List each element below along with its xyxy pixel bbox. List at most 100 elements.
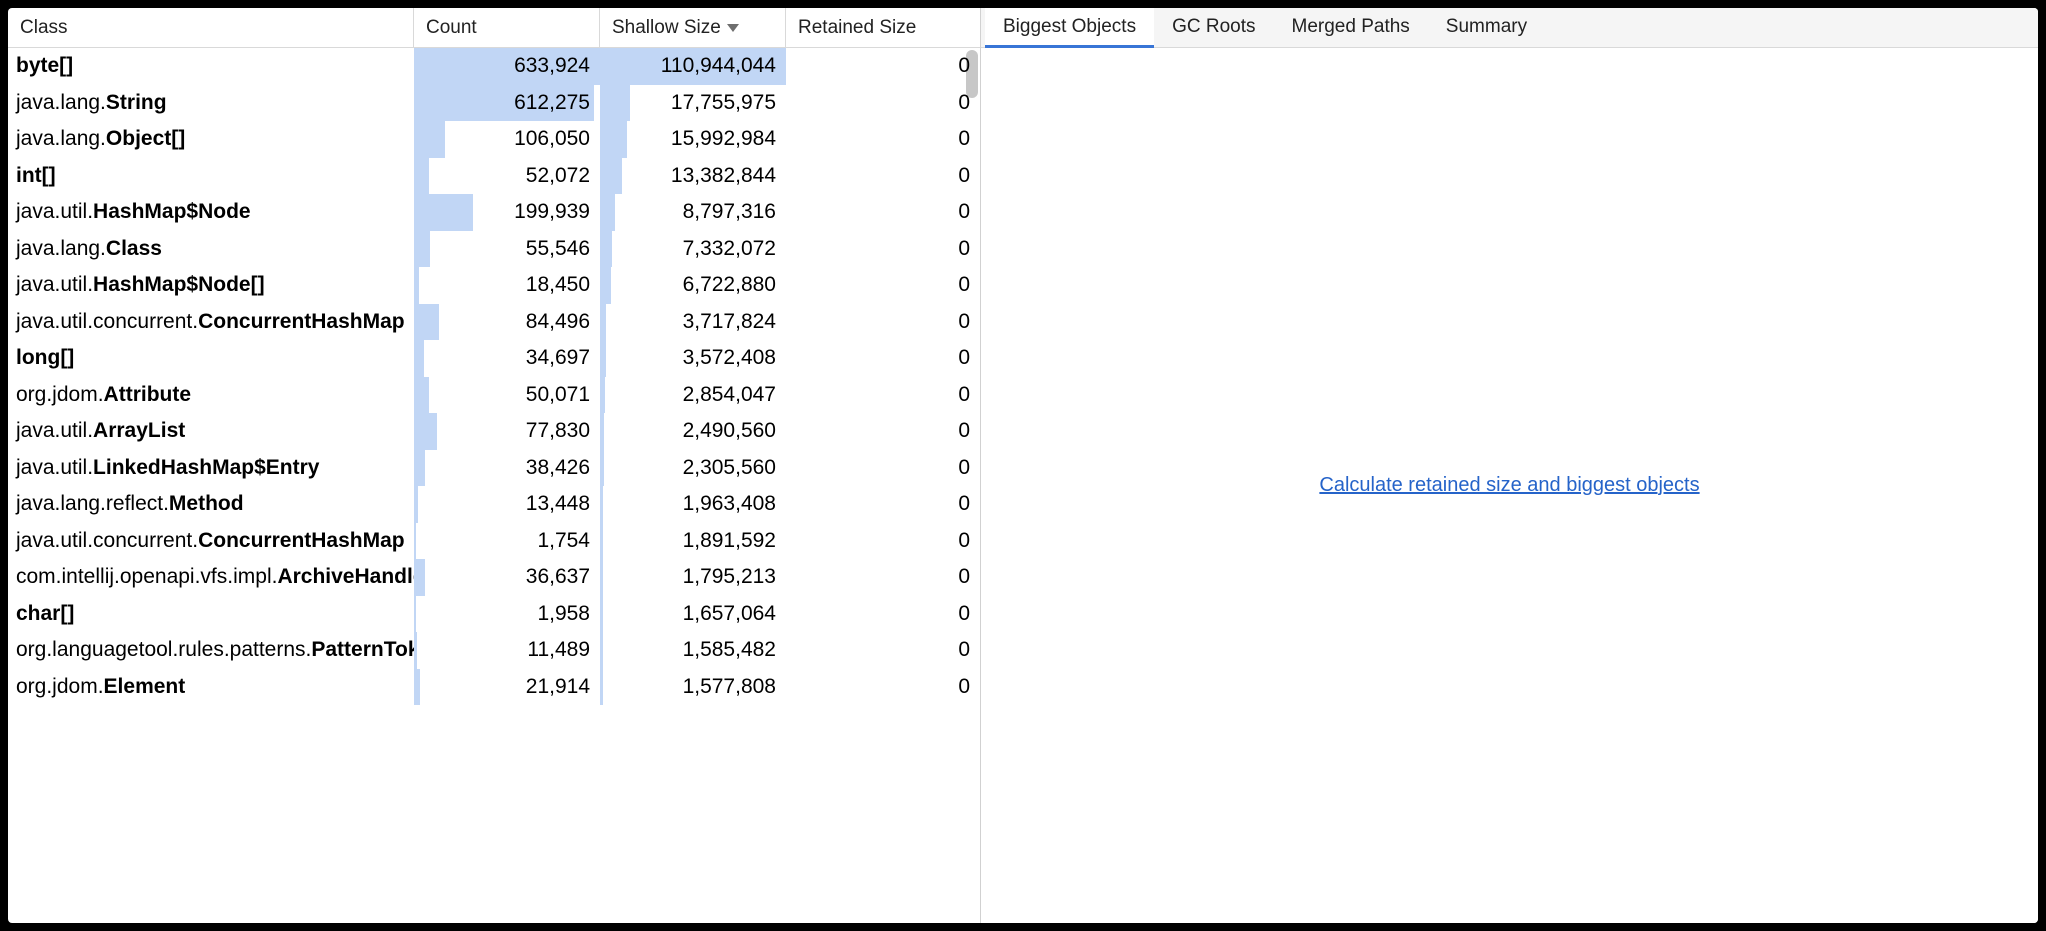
class-name: ArrayList: [93, 419, 185, 443]
shallow-bar: [600, 669, 603, 706]
class-cell: org.jdom.Attribute: [8, 377, 414, 414]
retained-value: 0: [958, 456, 970, 480]
tab-merged[interactable]: Merged Paths: [1274, 8, 1428, 48]
package-prefix: java.util.concurrent.: [16, 310, 198, 334]
shallow-value: 1,657,064: [683, 602, 776, 626]
count-cell: 1,958: [414, 596, 600, 633]
header-class[interactable]: Class: [8, 8, 414, 47]
header-shallow-label: Shallow Size: [612, 17, 721, 39]
table-row[interactable]: org.jdom.Element21,9141,577,8080: [8, 669, 980, 706]
table-row[interactable]: java.util.concurrent.ConcurrentHashMap84…: [8, 304, 980, 341]
table-body[interactable]: byte[] 633,924110,944,044 0 java.lang.Strin…: [8, 48, 980, 923]
table-row[interactable]: java.lang.String612,27517,755,9750: [8, 85, 980, 122]
count-cell: 633,924: [414, 48, 600, 85]
shallow-cell: 8,797,316: [600, 194, 786, 231]
count-bar: [414, 413, 437, 450]
shallow-bar: [600, 377, 605, 414]
shallow-value: 1,577,808: [683, 675, 776, 699]
count-value: 1,958: [537, 602, 590, 626]
shallow-value: 2,305,560: [683, 456, 776, 480]
table-row[interactable]: java.lang.Object[]106,05015,992,9840: [8, 121, 980, 158]
shallow-cell: 1,795,213: [600, 559, 786, 596]
shallow-value: 7,332,072: [683, 237, 776, 261]
retained-cell: 0: [786, 304, 980, 341]
header-shallow-size[interactable]: Shallow Size: [600, 8, 786, 47]
table-row[interactable]: long[] 34,697 3,572,408 0: [8, 340, 980, 377]
count-cell: 50,071: [414, 377, 600, 414]
count-cell: 612,275: [414, 85, 600, 122]
table-row[interactable]: java.util.LinkedHashMap$Entry38,4262,305…: [8, 450, 980, 487]
calculate-retained-link[interactable]: Calculate retained size and biggest obje…: [1319, 474, 1699, 497]
retained-value: 0: [958, 346, 970, 370]
package-prefix: java.util.: [16, 273, 93, 297]
table-row[interactable]: java.util.HashMap$Node199,9398,797,3160: [8, 194, 980, 231]
shallow-value: 3,572,408: [683, 346, 776, 370]
shallow-cell: 110,944,044: [600, 48, 786, 85]
retained-cell: 0: [786, 194, 980, 231]
class-name: long[]: [16, 346, 74, 370]
table-row[interactable]: java.util.concurrent.ConcurrentHashMap1,…: [8, 523, 980, 560]
class-name: byte[]: [16, 54, 73, 78]
count-bar: [414, 450, 425, 487]
package-prefix: java.lang.: [16, 127, 106, 151]
table-row[interactable]: com.intellij.openapi.vfs.impl.ArchiveHan…: [8, 559, 980, 596]
count-value: 50,071: [526, 383, 590, 407]
header-retained-size[interactable]: Retained Size: [786, 8, 980, 47]
shallow-bar: [600, 632, 603, 669]
class-cell: byte[]: [8, 48, 414, 85]
package-prefix: java.lang.: [16, 91, 106, 115]
header-retained-label: Retained Size: [798, 17, 916, 39]
tab-summary[interactable]: Summary: [1428, 8, 1545, 48]
tab-biggest[interactable]: Biggest Objects: [985, 8, 1154, 48]
shallow-bar: [600, 340, 606, 377]
retained-cell: 0: [786, 413, 980, 450]
table-row[interactable]: java.util.ArrayList77,8302,490,5600: [8, 413, 980, 450]
package-prefix: java.util.: [16, 200, 93, 224]
table-row[interactable]: int[]52,07213,382,8440: [8, 158, 980, 195]
class-name: String: [106, 91, 167, 115]
table-row[interactable]: java.lang.Class 55,546 7,332,072 0: [8, 231, 980, 268]
class-cell: char[]: [8, 596, 414, 633]
class-cell: org.jdom.Element: [8, 669, 414, 706]
retained-cell: 0: [786, 486, 980, 523]
table-row[interactable]: char[] 1,958 1,657,064 0: [8, 596, 980, 633]
shallow-cell: 2,854,047: [600, 377, 786, 414]
count-value: 106,050: [514, 127, 590, 151]
class-cell: java.util.concurrent.ConcurrentHashMap: [8, 304, 414, 341]
count-value: 34,697: [526, 346, 590, 370]
shallow-value: 13,382,844: [671, 164, 776, 188]
retained-cell: 0: [786, 632, 980, 669]
class-name: HashMap$Node[]: [93, 273, 265, 297]
retained-value: 0: [958, 127, 970, 151]
package-prefix: java.lang.reflect.: [16, 492, 169, 516]
tab-gcroots[interactable]: GC Roots: [1154, 8, 1273, 48]
class-cell: com.intellij.openapi.vfs.impl.ArchiveHan…: [8, 559, 414, 596]
retained-cell: 0: [786, 559, 980, 596]
retained-cell: 0: [786, 231, 980, 268]
shallow-value: 1,891,592: [683, 529, 776, 553]
table-row[interactable]: java.util.HashMap$Node[]18,4506,722,8800: [8, 267, 980, 304]
table-row[interactable]: org.jdom.Attribute50,0712,854,0470: [8, 377, 980, 414]
retained-cell: 0: [786, 596, 980, 633]
retained-value: 0: [958, 638, 970, 662]
table-row[interactable]: java.lang.reflect.Method13,4481,963,4080: [8, 486, 980, 523]
package-prefix: java.util.concurrent.: [16, 529, 198, 553]
class-cell: int[]: [8, 158, 414, 195]
table-row[interactable]: org.languagetool.rules.patterns.PatternT…: [8, 632, 980, 669]
count-value: 36,637: [526, 565, 590, 589]
class-cell: java.lang.Object[]: [8, 121, 414, 158]
class-cell: long[]: [8, 340, 414, 377]
count-value: 55,546: [526, 237, 590, 261]
shallow-value: 2,490,560: [683, 419, 776, 443]
package-prefix: org.jdom.: [16, 383, 104, 407]
shallow-cell: 1,657,064: [600, 596, 786, 633]
table-row[interactable]: byte[]633,924110,944,0440: [8, 48, 980, 85]
class-name: Class: [106, 237, 162, 261]
header-count-label: Count: [426, 17, 477, 39]
class-cell: java.util.ArrayList: [8, 413, 414, 450]
header-count[interactable]: Count: [414, 8, 600, 47]
shallow-cell: 1,585,482: [600, 632, 786, 669]
count-bar: [414, 121, 445, 158]
class-cell: java.lang.Class: [8, 231, 414, 268]
shallow-cell: 2,305,560: [600, 450, 786, 487]
